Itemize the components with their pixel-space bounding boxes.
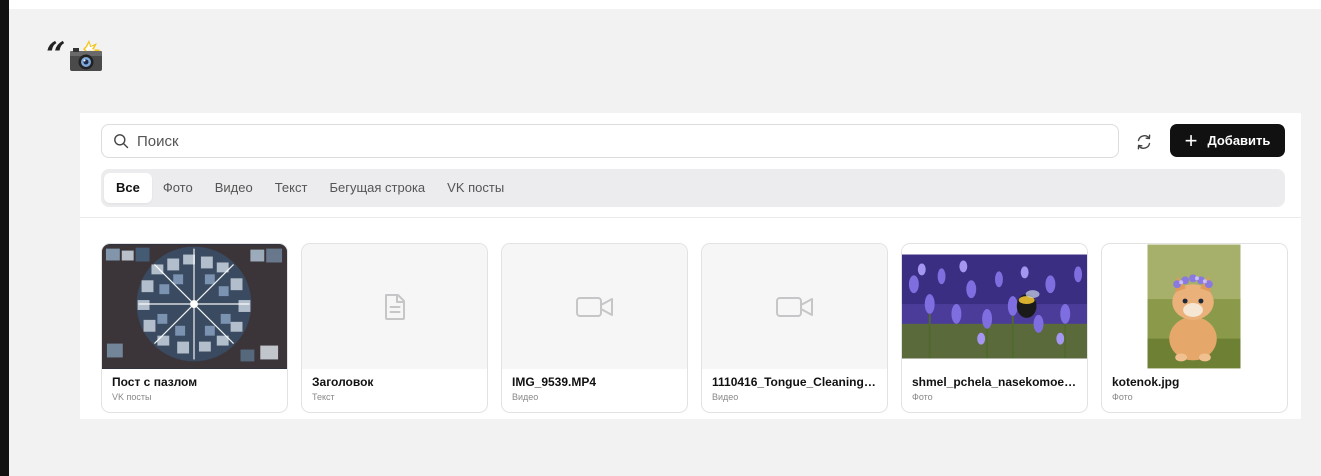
- tab-vk-posts[interactable]: VK посты: [436, 173, 515, 203]
- search-box[interactable]: [101, 124, 1119, 158]
- media-grid: Пост с пазлом VK посты Заголовок Текст I…: [101, 243, 1288, 413]
- kitten-photo: [1102, 244, 1287, 369]
- divider: [80, 217, 1301, 218]
- media-card[interactable]: kotenok.jpg Фото: [1101, 243, 1288, 413]
- post-header: “: [46, 35, 103, 75]
- search-icon: [114, 134, 129, 149]
- card-title: shmel_pchela_nasekomoe_...: [912, 375, 1077, 389]
- card-title: IMG_9539.MP4: [512, 375, 597, 389]
- camera-flash-icon: [69, 40, 102, 71]
- card-title: kotenok.jpg: [1112, 375, 1180, 389]
- tab-video[interactable]: Видео: [204, 173, 264, 203]
- video-camera-icon: [575, 296, 613, 317]
- card-title: Пост с пазлом: [112, 375, 198, 389]
- refresh-icon: [1137, 134, 1151, 150]
- tab-text[interactable]: Текст: [264, 173, 319, 203]
- card-title: Заголовок: [312, 375, 374, 389]
- document-icon: [384, 293, 405, 320]
- puzzle-collage-image: [102, 244, 287, 369]
- card-type: Видео: [512, 392, 539, 402]
- top-strip: [9, 0, 1321, 9]
- card-type: Текст: [312, 392, 335, 402]
- tab-all[interactable]: Все: [104, 173, 152, 203]
- card-title: 1110416_Tongue_Cleaning_1...: [712, 375, 877, 389]
- media-card[interactable]: Заголовок Текст: [301, 243, 488, 413]
- card-type: Фото: [912, 392, 933, 402]
- refresh-button[interactable]: [1131, 129, 1157, 155]
- media-card[interactable]: IMG_9539.MP4 Видео: [501, 243, 688, 413]
- plus-icon: +: [1184, 127, 1198, 153]
- search-input[interactable]: [135, 131, 1039, 151]
- card-type: Фото: [1112, 392, 1133, 402]
- bumblebee-photo: [902, 244, 1087, 369]
- add-button-label: Добавить: [1207, 133, 1271, 148]
- video-camera-icon: [775, 296, 813, 317]
- media-card[interactable]: Пост с пазлом VK посты: [101, 243, 288, 413]
- card-type: VK посты: [112, 392, 152, 402]
- left-edge-bar: [0, 0, 9, 476]
- card-type: Видео: [712, 392, 739, 402]
- tab-photo[interactable]: Фото: [152, 173, 204, 203]
- media-library-panel: + Добавить Все Фото Видео Текст Бегущая …: [80, 113, 1301, 419]
- media-card[interactable]: 1110416_Tongue_Cleaning_1... Видео: [701, 243, 888, 413]
- add-button[interactable]: + Добавить: [1170, 124, 1285, 157]
- tab-ticker[interactable]: Бегущая строка: [318, 173, 436, 203]
- filter-tabs: Все Фото Видео Текст Бегущая строка VK п…: [101, 169, 1285, 207]
- media-card[interactable]: shmel_pchela_nasekomoe_... Фото: [901, 243, 1088, 413]
- quote-icon: “: [46, 35, 65, 75]
